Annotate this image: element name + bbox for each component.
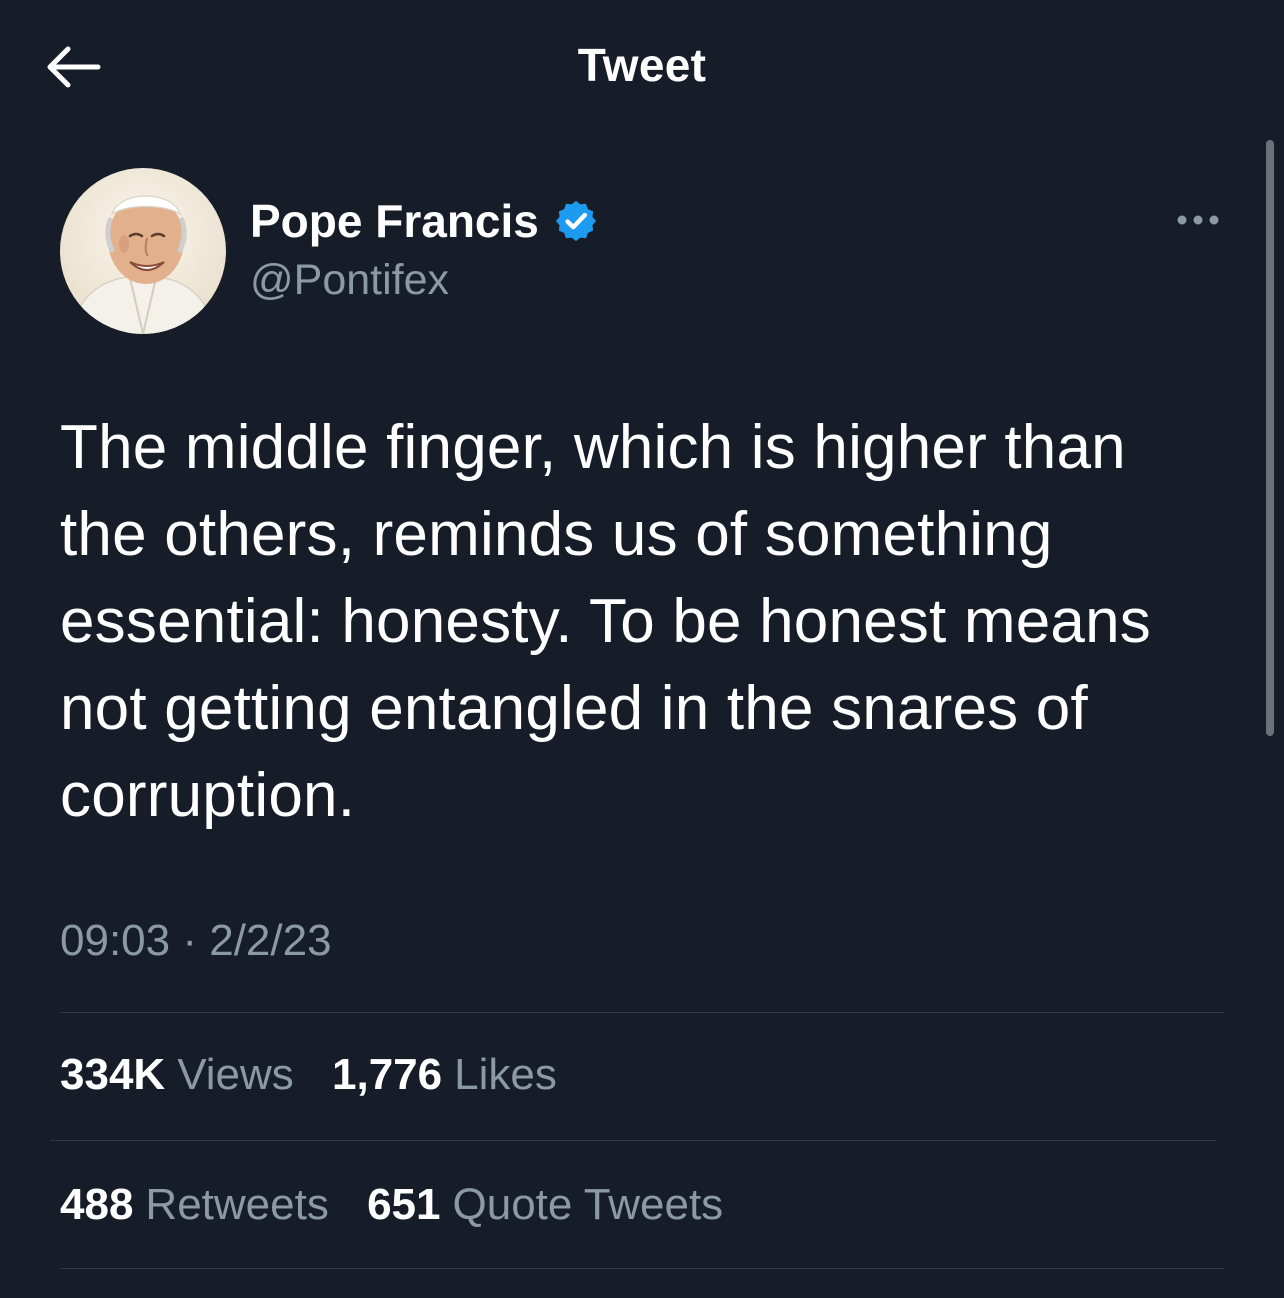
top-bar: Tweet — [0, 0, 1284, 135]
likes-stat[interactable]: 1,776 Likes — [332, 1050, 557, 1099]
engagement-row-1: 334K Views 1,776 Likes — [60, 1050, 583, 1100]
views-label: Views — [177, 1050, 294, 1099]
author-name-text: Pope Francis — [250, 195, 539, 247]
retweets-stat[interactable]: 488 Retweets — [60, 1180, 329, 1229]
likes-label: Likes — [454, 1050, 557, 1099]
tweet-time: 09:03 — [60, 916, 171, 965]
quotes-label: Quote Tweets — [452, 1180, 724, 1229]
divider — [60, 1268, 1224, 1269]
likes-count: 1,776 — [332, 1050, 443, 1099]
author-name[interactable]: Pope Francis — [250, 194, 599, 248]
retweets-count: 488 — [60, 1180, 134, 1229]
quotes-count: 651 — [367, 1180, 441, 1229]
more-options-button[interactable] — [1166, 200, 1230, 240]
page-title: Tweet — [577, 39, 707, 91]
views-count: 334K — [60, 1050, 166, 1099]
scrollbar[interactable] — [1266, 140, 1274, 736]
quote-tweets-stat[interactable]: 651 Quote Tweets — [367, 1180, 723, 1229]
divider — [50, 1140, 1216, 1141]
verified-badge-icon — [555, 200, 596, 242]
author-handle[interactable]: @Pontifex — [250, 256, 449, 305]
avatar-portrait-icon — [60, 168, 226, 334]
views-stat[interactable]: 334K Views — [60, 1050, 294, 1099]
more-horizontal-icon — [1177, 215, 1219, 225]
tweet-date: 2/2/23 — [209, 916, 332, 965]
tweet-timestamp[interactable]: 09:03 · 2/2/23 — [60, 916, 332, 966]
tweet-text: The middle finger, which is higher than … — [60, 413, 1151, 830]
meta-separator: · — [182, 916, 197, 965]
avatar[interactable] — [60, 168, 226, 334]
engagement-row-2: 488 Retweets 651 Quote Tweets — [60, 1180, 749, 1230]
retweets-label: Retweets — [145, 1180, 329, 1229]
divider — [60, 1012, 1224, 1013]
